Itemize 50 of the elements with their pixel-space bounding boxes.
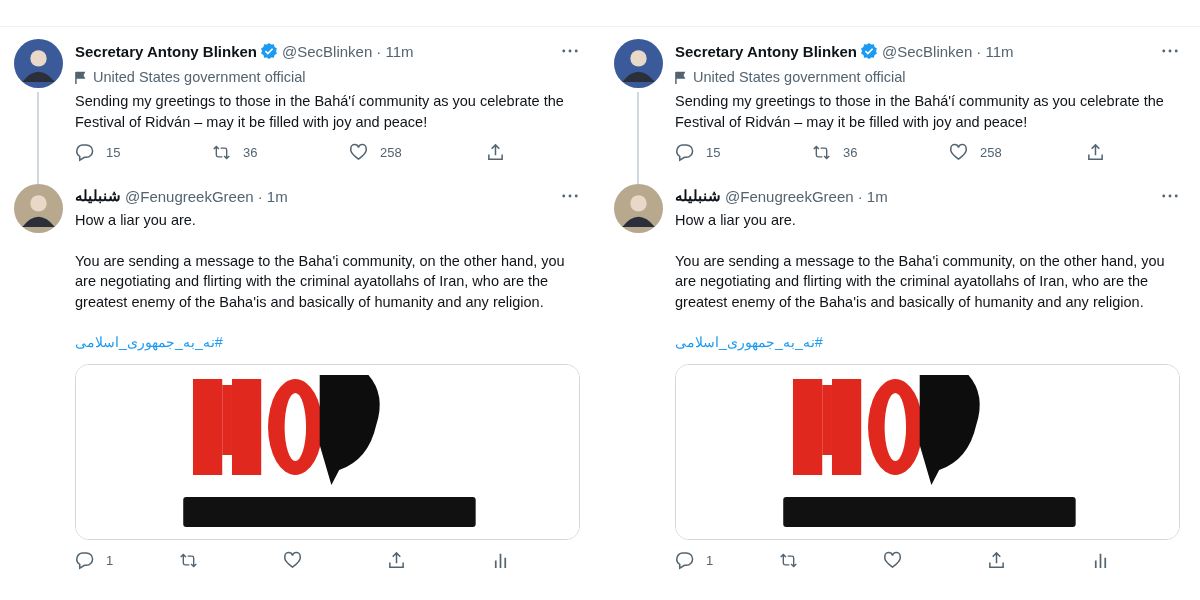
heart-icon[interactable]	[949, 142, 968, 162]
share-icon[interactable]	[987, 550, 1006, 570]
avatar[interactable]	[614, 184, 663, 233]
account-label: United States government official	[693, 69, 906, 85]
tweet-time[interactable]: · 1m	[857, 187, 888, 205]
tweet-text: Sending my greetings to those in the Bahá'í community as you celebrate the Festival of Ridván – may it be filled with joy and peace!	[675, 92, 1165, 132]
tweet-text: Sending my greetings to those in the Bahá'í community as you celebrate the Festival of Ridván – may it be filled with joy and peace!	[75, 92, 565, 132]
more-icon[interactable]	[562, 194, 578, 198]
tweet-text: How a liar you are.	[675, 211, 797, 230]
reply-icon[interactable]	[75, 142, 94, 162]
tweet-time[interactable]: · 1m	[257, 187, 288, 205]
avatar[interactable]	[14, 39, 63, 88]
more-icon[interactable]	[562, 49, 578, 53]
avatar[interactable]	[614, 39, 663, 88]
heart-icon[interactable]	[283, 550, 302, 570]
action-count: 36	[843, 144, 858, 160]
share-icon[interactable]	[486, 142, 505, 162]
more-icon[interactable]	[1162, 194, 1178, 198]
action-count: 258	[380, 144, 402, 160]
author-name[interactable]: Secretary Antony Blinken	[75, 42, 257, 60]
flag-icon	[75, 70, 86, 84]
author-handle[interactable]: @FenugreekGreen	[725, 187, 854, 205]
heart-icon[interactable]	[883, 550, 902, 570]
action-count: 258	[980, 144, 1002, 160]
author-handle[interactable]: @SecBlinken	[282, 42, 373, 60]
reply-icon[interactable]	[75, 550, 94, 570]
flag-icon	[675, 70, 686, 84]
author-handle[interactable]: @FenugreekGreen	[125, 187, 254, 205]
heart-icon[interactable]	[349, 142, 368, 162]
author-name[interactable]: شنبلیله	[675, 187, 721, 205]
tweet-time[interactable]: · 11m	[976, 42, 1014, 60]
share-icon[interactable]	[387, 550, 406, 570]
action-count: 1	[106, 552, 114, 568]
reply-icon[interactable]	[675, 142, 694, 162]
tweet-text: You are sending a message to the Baha'i community, on the other hand, you are negotiating and flirting with the criminal ayatollahs of Iran, who are the greatest enemy of the Baha'is and basically of humanity and any religion.	[675, 251, 1166, 312]
author-name[interactable]: Secretary Antony Blinken	[675, 42, 857, 60]
author-name[interactable]: شنبلیله	[75, 187, 121, 205]
tweet-text: How a liar you are.	[75, 211, 197, 230]
author-handle[interactable]: @SecBlinken	[882, 42, 973, 60]
account-label: United States government official	[93, 69, 306, 85]
action-count: 36	[243, 144, 258, 160]
tweet-time[interactable]: · 11m	[376, 42, 414, 60]
reply-icon[interactable]	[675, 550, 694, 570]
action-count: 15	[106, 144, 121, 160]
action-count: 15	[706, 144, 721, 160]
share-icon[interactable]	[1086, 142, 1105, 162]
action-count: 1	[706, 552, 714, 568]
tweet-text: You are sending a message to the Baha'i community, on the other hand, you are negotiating and flirting with the criminal ayatollahs of Iran, who are the greatest enemy of the Baha'is and basically of humanity and any religion.	[75, 251, 566, 312]
avatar[interactable]	[14, 184, 63, 233]
more-icon[interactable]	[1162, 49, 1178, 53]
